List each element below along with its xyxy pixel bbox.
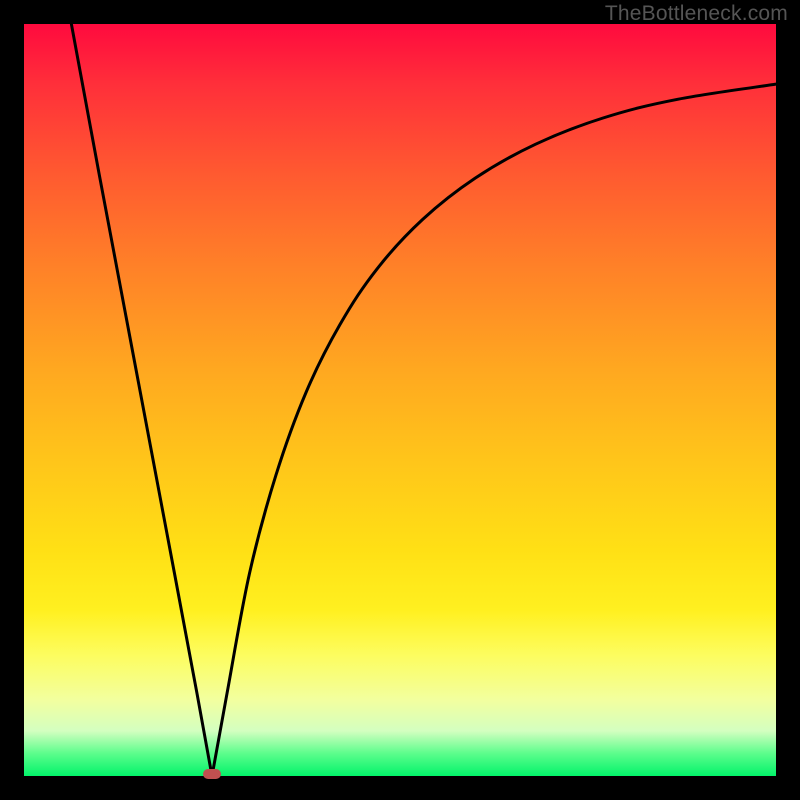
curve-svg xyxy=(24,24,776,776)
chart-frame: TheBottleneck.com xyxy=(0,0,800,800)
minimum-marker xyxy=(203,769,221,779)
curve-right-branch xyxy=(212,84,776,776)
curve-left-branch xyxy=(71,24,212,776)
watermark-text: TheBottleneck.com xyxy=(605,2,788,26)
plot-area xyxy=(24,24,776,776)
